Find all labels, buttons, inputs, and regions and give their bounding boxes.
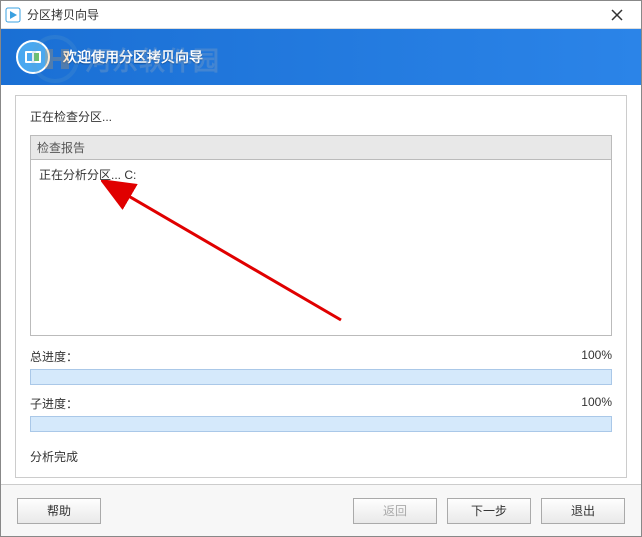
finish-text: 分析完成: [30, 448, 612, 465]
report-header: 检查报告: [30, 135, 612, 159]
wizard-header: 欢迎使用分区拷贝向导: [1, 29, 641, 85]
next-button[interactable]: 下一步: [447, 498, 531, 524]
wizard-window: 分区拷贝向导 欢迎使用分区拷贝向导: [0, 0, 642, 537]
total-progress-label: 总进度：: [30, 348, 78, 365]
report-body: 正在分析分区... C:: [30, 159, 612, 336]
sub-progress-label: 子进度：: [30, 395, 78, 412]
report-line: 正在分析分区... C:: [39, 166, 603, 183]
window-title: 分区拷贝向导: [27, 6, 597, 23]
status-text: 正在检查分区...: [30, 108, 612, 125]
wizard-header-title: 欢迎使用分区拷贝向导: [63, 47, 203, 67]
help-button[interactable]: 帮助: [17, 498, 101, 524]
content-area: 正在检查分区... 检查报告 正在分析分区... C: 总进度： 100% 子进…: [1, 85, 641, 484]
app-icon: [5, 7, 21, 23]
wizard-icon: [15, 39, 51, 75]
total-progress-section: 总进度： 100% 子进度： 100%: [30, 348, 612, 442]
button-bar: 帮助 返回 下一步 退出: [1, 484, 641, 536]
total-progress-percent: 100%: [581, 348, 612, 365]
content-panel: 正在检查分区... 检查报告 正在分析分区... C: 总进度： 100% 子进…: [15, 95, 627, 478]
titlebar: 分区拷贝向导: [1, 1, 641, 29]
sub-progress-fill: [31, 417, 611, 431]
exit-button[interactable]: 退出: [541, 498, 625, 524]
total-progress-bar: [30, 369, 612, 385]
sub-progress-percent: 100%: [581, 395, 612, 412]
sub-progress-bar: [30, 416, 612, 432]
close-button[interactable]: [597, 1, 637, 29]
total-progress-fill: [31, 370, 611, 384]
back-button[interactable]: 返回: [353, 498, 437, 524]
